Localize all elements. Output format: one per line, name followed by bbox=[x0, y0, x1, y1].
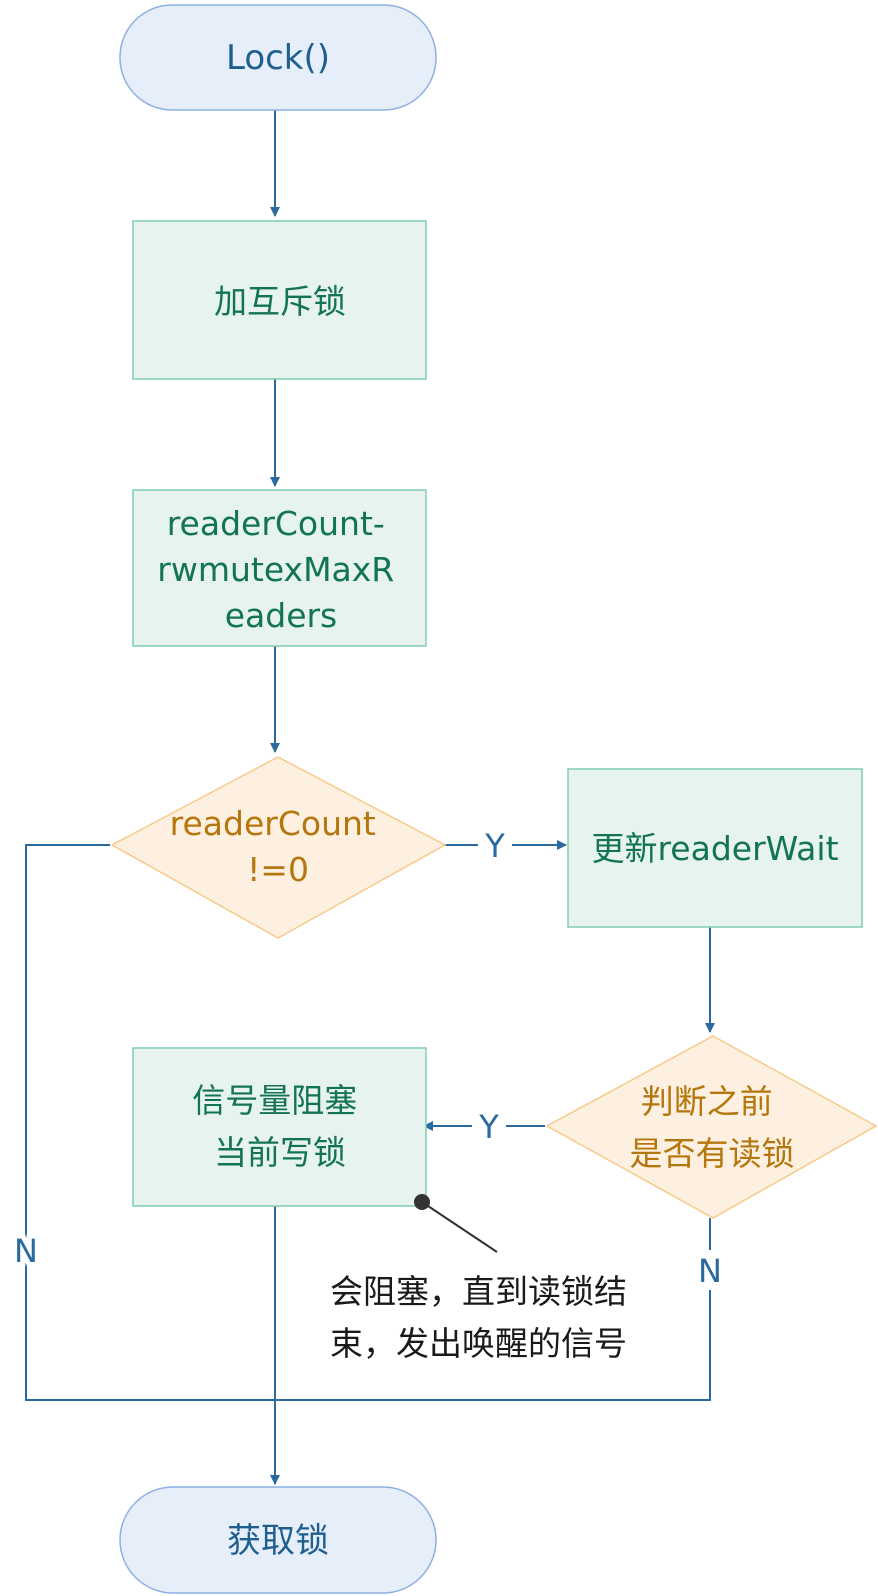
semaphore-block-step: 信号量阻塞 当前写锁 bbox=[132, 1047, 427, 1207]
reader-count-update-step-line-1: readerCount- bbox=[167, 504, 385, 543]
mutex-lock-step: 加互斥锁 bbox=[132, 220, 427, 380]
end-terminal-label-line: 获取锁 bbox=[227, 1521, 329, 1561]
blocking-note-line-2: 束，发出唤醒的信号 bbox=[330, 1324, 627, 1363]
rwmutex-lock-flowchart: Y N Y N Lock() 加互斥锁 readerCount- rwmutex… bbox=[9, 4, 878, 1594]
prior-readers-decision-shape bbox=[545, 1035, 878, 1219]
start-terminal: Lock() bbox=[119, 4, 437, 111]
semaphore-block-step-line-2: 当前写锁 bbox=[214, 1133, 346, 1172]
reader-count-update-step-line-3: eaders bbox=[225, 596, 338, 635]
edge-label-readers-yes: Y bbox=[478, 1108, 499, 1146]
blocking-note-leader-line bbox=[421, 1201, 498, 1253]
semaphore-block-step-line-1: 信号量阻塞 bbox=[192, 1081, 357, 1120]
edge-label-count-yes: Y bbox=[484, 827, 505, 865]
update-reader-wait-step: 更新readerWait bbox=[567, 768, 863, 928]
edge-label-count-no: N bbox=[14, 1232, 38, 1270]
end-terminal-label: 获取锁 bbox=[227, 1521, 329, 1561]
prior-readers-decision-line-1: 判断之前 bbox=[641, 1082, 773, 1121]
mutex-lock-step-label: 加互斥锁 bbox=[214, 282, 346, 321]
reader-count-decision-line-2: !=0 bbox=[247, 850, 309, 889]
start-terminal-label-line: Lock() bbox=[226, 38, 330, 78]
reader-count-decision: readerCount !=0 bbox=[110, 756, 447, 939]
mutex-lock-step-label-line: 加互斥锁 bbox=[214, 282, 346, 321]
reader-count-update-step: readerCount- rwmutexMaxR eaders bbox=[132, 489, 427, 647]
start-terminal-label: Lock() bbox=[226, 38, 330, 78]
semaphore-block-step-shape bbox=[132, 1047, 427, 1207]
blocking-note-anchor-dot bbox=[414, 1194, 430, 1210]
reader-count-decision-shape bbox=[110, 756, 447, 939]
blocking-note-text: 会阻塞，直到读锁结 束，发出唤醒的信号 bbox=[330, 1272, 638, 1363]
reader-count-update-step-line-2: rwmutexMaxR bbox=[157, 550, 394, 589]
edge-label-readers-no: N bbox=[698, 1252, 722, 1290]
end-terminal: 获取锁 bbox=[119, 1486, 437, 1594]
update-reader-wait-step-label: 更新readerWait bbox=[591, 829, 838, 868]
reader-count-decision-line-1: readerCount bbox=[170, 804, 376, 843]
prior-readers-decision-line-2: 是否有读锁 bbox=[630, 1134, 795, 1173]
blocking-note-line-1: 会阻塞，直到读锁结 bbox=[330, 1272, 627, 1311]
update-reader-wait-step-line: 更新readerWait bbox=[591, 829, 838, 868]
blocking-note: 会阻塞，直到读锁结 束，发出唤醒的信号 bbox=[330, 1194, 638, 1363]
prior-readers-decision: 判断之前 是否有读锁 bbox=[545, 1035, 878, 1219]
